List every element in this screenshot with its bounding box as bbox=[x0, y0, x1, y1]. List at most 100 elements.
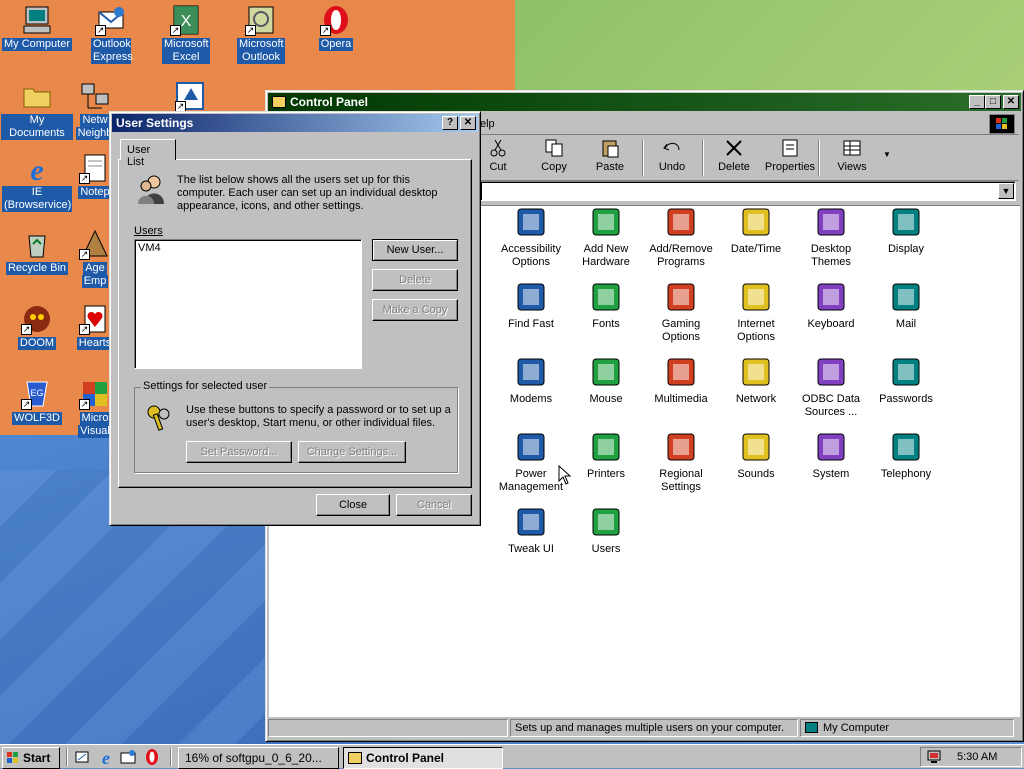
cp-item-date-time[interactable]: Date/Time bbox=[718, 205, 794, 256]
group-text: Use these buttons to specify a password … bbox=[186, 404, 451, 429]
ie-icon[interactable]: e bbox=[97, 748, 115, 768]
chevron-down-icon[interactable]: ▼ bbox=[998, 183, 1014, 199]
toolbar-copy-button[interactable]: Copy bbox=[526, 138, 582, 173]
cp-item-fonts[interactable]: Fonts bbox=[568, 280, 644, 331]
help-button[interactable]: ? bbox=[442, 116, 458, 130]
status-bar: Sets up and manages multiple users on yo… bbox=[268, 718, 1019, 738]
cp-item-desktop-themes[interactable]: Desktop Themes bbox=[793, 205, 869, 269]
task-label: Control Panel bbox=[366, 751, 445, 765]
cp-item-display[interactable]: Display bbox=[868, 205, 944, 256]
toolbar-delete-button[interactable]: Delete bbox=[706, 138, 762, 173]
users-label: Users bbox=[134, 225, 163, 237]
tab-user-list[interactable]: User List bbox=[120, 139, 176, 168]
clock[interactable]: 5:30 AM bbox=[957, 751, 997, 763]
desktop-icon-outlook[interactable]: ↗ Microsoft Outlook bbox=[225, 4, 297, 64]
opera-icon[interactable] bbox=[144, 748, 160, 766]
cp-item-system[interactable]: System bbox=[793, 430, 869, 481]
notepad-icon: ↗ bbox=[79, 152, 111, 184]
desktop-icon-my-documents[interactable]: My Documents bbox=[1, 80, 73, 140]
users-listbox[interactable]: VM4 bbox=[134, 239, 362, 369]
toolbar-paste-button[interactable]: Paste bbox=[582, 138, 638, 173]
delete-button[interactable]: Delete bbox=[372, 269, 458, 291]
desktop-icon-wolf3d[interactable]: EG ↗ WOLF3D bbox=[1, 378, 73, 425]
cp-item-mail[interactable]: Mail bbox=[868, 280, 944, 331]
desktop-icon-opera[interactable]: ↗ Opera bbox=[300, 4, 372, 51]
cp-item-add-remove-programs[interactable]: Add/Remove Programs bbox=[643, 205, 719, 269]
close-button[interactable]: ✕ bbox=[460, 116, 476, 130]
toolbar-views-button[interactable]: Views bbox=[824, 138, 880, 173]
desktop-icon-doom[interactable]: ↗ DOOM bbox=[1, 303, 73, 350]
status-text: Sets up and manages multiple users on yo… bbox=[510, 719, 798, 737]
cp-item-mouse[interactable]: Mouse bbox=[568, 355, 644, 406]
close-button[interactable]: ✕ bbox=[1003, 95, 1019, 109]
toolbar-undo-button[interactable]: Undo bbox=[644, 138, 700, 173]
cp-item-odbc-data-sources[interactable]: ODBC Data Sources ... bbox=[793, 355, 869, 419]
maximize-button[interactable]: □ bbox=[985, 95, 1001, 109]
change-settings-button[interactable]: Change Settings... bbox=[298, 441, 406, 463]
cp-item-printers[interactable]: Printers bbox=[568, 430, 644, 481]
cp-item-add-new-hardware[interactable]: Add New Hardware bbox=[568, 205, 644, 269]
cp-item-label: Add New Hardware bbox=[568, 243, 644, 269]
cp-item-keyboard[interactable]: Keyboard bbox=[793, 280, 869, 331]
new-user-button[interactable]: New User... bbox=[372, 239, 458, 261]
desktop-icon-ie[interactable]: e IE (Browservice) bbox=[1, 152, 73, 212]
desktop-icon-shortcut[interactable]: ↗ bbox=[175, 80, 205, 114]
keys-icon bbox=[144, 402, 176, 434]
cp-item-telephony[interactable]: Telephony bbox=[868, 430, 944, 481]
user-settings-titlebar[interactable]: User Settings ? ✕ bbox=[112, 114, 478, 132]
cp-item-label-line1: Add/Remove bbox=[649, 243, 713, 255]
ie-icon: e bbox=[21, 152, 53, 187]
add-new-hardware-icon bbox=[589, 205, 623, 239]
user-list-item[interactable]: VM4 bbox=[135, 240, 361, 256]
cp-item-label: Printers bbox=[568, 468, 644, 481]
set-password-button[interactable]: Set Password... bbox=[186, 441, 292, 463]
minimize-button[interactable]: _ bbox=[969, 95, 985, 109]
cp-item-passwords[interactable]: Passwords bbox=[868, 355, 944, 406]
desktop-icon-my-computer[interactable]: My Computer bbox=[1, 4, 73, 51]
telephony-icon bbox=[889, 430, 923, 464]
make-a-copy-button[interactable]: Make a Copy bbox=[372, 299, 458, 321]
desktop-icon-excel[interactable]: X ↗ Microsoft Excel bbox=[150, 4, 222, 64]
cp-item-accessibility-options[interactable]: Accessibility Options bbox=[493, 205, 569, 269]
cut-icon bbox=[487, 138, 509, 158]
cp-item-regional-settings[interactable]: Regional Settings bbox=[643, 430, 719, 494]
cp-item-gaming-options[interactable]: Gaming Options bbox=[643, 280, 719, 344]
cp-item-label-line1: Modems bbox=[509, 393, 553, 405]
properties-icon bbox=[779, 138, 801, 158]
toolbar-properties-button[interactable]: Properties bbox=[762, 138, 818, 173]
cp-item-label-line2: Options bbox=[737, 331, 775, 343]
cp-item-sounds[interactable]: Sounds bbox=[718, 430, 794, 481]
control-panel-titlebar[interactable]: Control Panel _ □ ✕ bbox=[268, 93, 1021, 111]
cp-item-label-line1: Date/Time bbox=[730, 243, 782, 255]
control-panel-title: Control Panel bbox=[290, 95, 369, 109]
close-dialog-button[interactable]: Close bbox=[316, 494, 390, 516]
cp-item-label: Mail bbox=[868, 318, 944, 331]
cp-item-label: Add/Remove Programs bbox=[643, 243, 719, 269]
show-desktop-icon[interactable] bbox=[74, 749, 90, 765]
cp-item-network[interactable]: Network bbox=[718, 355, 794, 406]
display-settings-icon[interactable] bbox=[926, 750, 942, 764]
cp-item-internet-options[interactable]: Internet Options bbox=[718, 280, 794, 344]
sounds-icon bbox=[739, 430, 773, 464]
cp-item-users[interactable]: Users bbox=[568, 505, 644, 556]
outlook-express-icon[interactable] bbox=[120, 749, 136, 765]
desktop-icon-recycle-bin[interactable]: Recycle Bin bbox=[1, 228, 73, 275]
cp-item-label-line1: Printers bbox=[587, 468, 625, 480]
task-button-download[interactable]: 16% of softgpu_0_6_20... bbox=[178, 747, 339, 769]
cp-item-find-fast[interactable]: Find Fast bbox=[493, 280, 569, 331]
cp-item-modems[interactable]: Modems bbox=[493, 355, 569, 406]
start-button[interactable]: Start bbox=[2, 747, 60, 769]
cp-item-tweak-ui[interactable]: Tweak UI bbox=[493, 505, 569, 556]
task-button-control-panel[interactable]: Control Panel bbox=[343, 747, 503, 769]
accessibility-options-icon bbox=[514, 205, 548, 239]
desktop-icon-outlook-express[interactable]: ↗ Outlook Express bbox=[75, 4, 147, 64]
shortcut-icon: ↗ bbox=[175, 80, 207, 112]
views-dropdown-arrow[interactable]: ▼ bbox=[883, 150, 891, 159]
menu-help-partial[interactable]: elp bbox=[480, 118, 495, 130]
desktop-icon-label: Emp bbox=[81, 275, 109, 288]
paste-icon bbox=[599, 138, 621, 158]
cp-item-multimedia[interactable]: Multimedia bbox=[643, 355, 719, 406]
address-bar[interactable]: ▼ bbox=[480, 181, 1016, 201]
cp-item-label: Sounds bbox=[718, 468, 794, 481]
cancel-button[interactable]: Cancel bbox=[396, 494, 472, 516]
